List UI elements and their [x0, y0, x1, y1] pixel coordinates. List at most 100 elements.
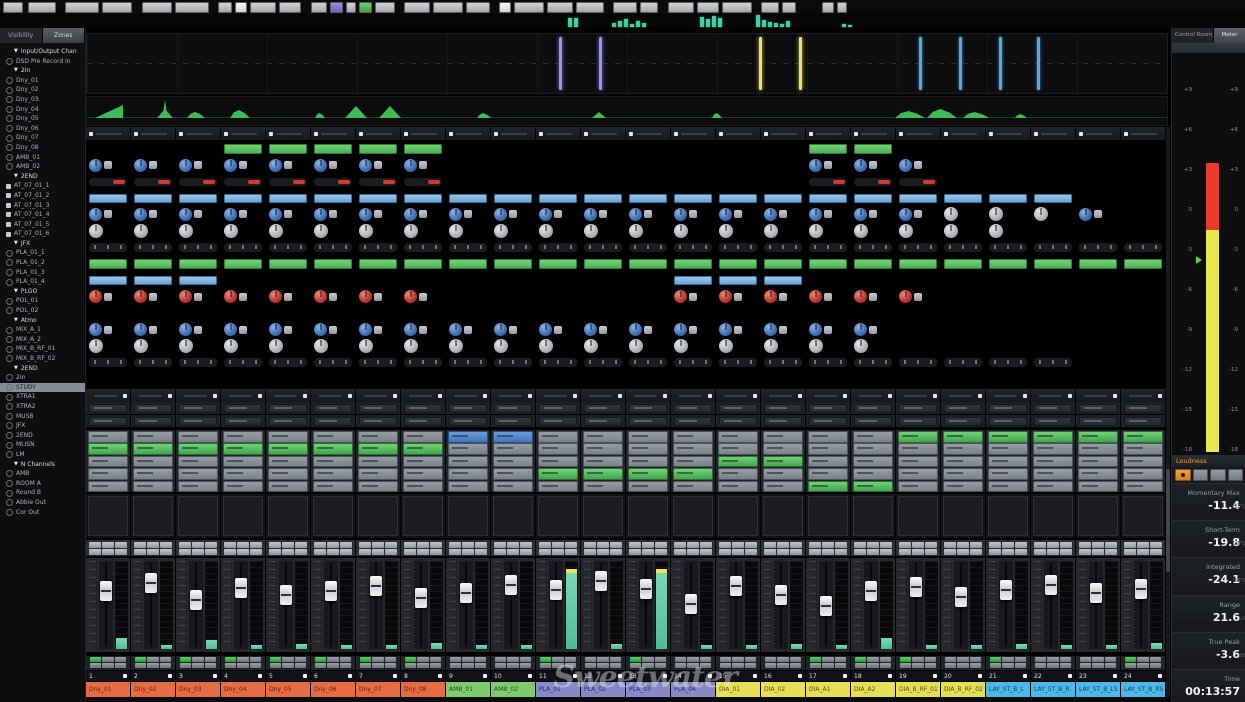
rack-section-bar[interactable]: [134, 193, 172, 203]
channel-list-item[interactable]: AT_07_01_5: [0, 220, 85, 230]
channel-button[interactable]: [404, 541, 416, 548]
channel-select-icon[interactable]: [1023, 393, 1027, 398]
channel-button[interactable]: [552, 541, 564, 548]
channel-button[interactable]: [1047, 549, 1059, 555]
send-slot[interactable]: [853, 468, 893, 480]
insert-slot[interactable]: [224, 143, 262, 154]
input-routing-button[interactable]: [314, 403, 352, 413]
output-routing-button[interactable]: [134, 416, 172, 426]
channel-header[interactable]: [941, 127, 986, 140]
fader-cap[interactable]: [280, 584, 292, 605]
channel-name-label[interactable]: DIA_A2: [851, 682, 896, 697]
channel-header[interactable]: [716, 127, 761, 140]
channel-list-item[interactable]: MIX_B_RF_01: [0, 344, 85, 354]
fader-track[interactable]: [999, 561, 1013, 649]
small-button[interactable]: [924, 657, 936, 663]
channel-list-item[interactable]: POL_01: [0, 296, 85, 306]
tab-zones[interactable]: Zones: [42, 28, 85, 43]
channel-header[interactable]: [86, 127, 131, 140]
channel-button[interactable]: [835, 541, 847, 548]
send-slot[interactable]: [1033, 455, 1073, 468]
gain-knob[interactable]: [854, 207, 867, 221]
channel-select-icon[interactable]: [314, 131, 318, 136]
mini-button[interactable]: [689, 292, 697, 301]
mini-button[interactable]: [104, 292, 112, 301]
send-slot[interactable]: [628, 468, 668, 480]
channel-header[interactable]: [491, 127, 536, 140]
small-button[interactable]: [360, 657, 372, 663]
small-button[interactable]: [789, 657, 801, 663]
channel-button[interactable]: [880, 541, 892, 548]
channel-button[interactable]: [854, 549, 866, 555]
channel-number-cell[interactable]: 22: [1031, 671, 1076, 681]
mini-button[interactable]: [824, 292, 832, 301]
small-button[interactable]: [147, 657, 159, 663]
insert-slot[interactable]: [809, 258, 847, 269]
channel-name-label[interactable]: Dny_06: [311, 682, 356, 697]
gain-knob[interactable]: [404, 207, 417, 221]
pan-knob[interactable]: [449, 338, 463, 353]
output-routing-button[interactable]: [359, 416, 397, 426]
channel-number-cell[interactable]: 21: [986, 671, 1031, 681]
channel-list-item[interactable]: POL_02: [0, 306, 85, 316]
param-slider[interactable]: [1034, 242, 1072, 252]
channel-button[interactable]: [1002, 549, 1014, 555]
channel-button[interactable]: [462, 549, 474, 555]
param-slider[interactable]: [989, 357, 1027, 367]
channel-name-label[interactable]: PLA_01: [536, 682, 581, 697]
output-routing-button[interactable]: [224, 416, 262, 426]
channel-number-cell[interactable]: 5: [266, 671, 311, 681]
gain-knob[interactable]: [134, 207, 147, 221]
send-slot[interactable]: [763, 455, 803, 468]
channel-header[interactable]: [851, 389, 896, 402]
send-slot[interactable]: [358, 468, 398, 480]
gain-knob[interactable]: [314, 323, 327, 337]
rack-section-bar[interactable]: [89, 193, 127, 203]
channel-list-item[interactable]: Dny_08: [0, 143, 85, 153]
input-routing-button[interactable]: [809, 403, 847, 413]
mini-button[interactable]: [329, 292, 337, 301]
pan-knob[interactable]: [494, 338, 508, 353]
param-slider[interactable]: [314, 357, 352, 367]
channel-header[interactable]: [671, 389, 716, 402]
gain-knob[interactable]: [269, 207, 282, 221]
small-button[interactable]: [192, 663, 204, 669]
notepad-cell[interactable]: [986, 494, 1031, 538]
reset-button[interactable]: [1210, 469, 1226, 481]
small-button[interactable]: [720, 663, 732, 669]
cue-knob[interactable]: [854, 290, 867, 304]
send-slot[interactable]: [313, 443, 353, 455]
send-slot[interactable]: [1033, 480, 1073, 493]
send-slot[interactable]: [943, 443, 983, 455]
send-slot[interactable]: [673, 443, 713, 455]
mini-button[interactable]: [734, 325, 742, 334]
channel-list-item[interactable]: 2In: [0, 373, 85, 383]
channel-select-icon[interactable]: [708, 393, 712, 398]
pan-knob[interactable]: [989, 223, 1003, 238]
channel-select-icon[interactable]: [978, 393, 982, 398]
send-slot[interactable]: [538, 468, 578, 480]
send-slot[interactable]: [583, 480, 623, 493]
param-slider[interactable]: [494, 357, 532, 367]
channel-list-folder[interactable]: ▼ JFX: [0, 239, 85, 249]
channel-button[interactable]: [340, 541, 352, 548]
gain-knob[interactable]: [224, 207, 237, 221]
channel-list-item[interactable]: AMB_01: [0, 153, 85, 163]
mini-button[interactable]: [239, 161, 247, 170]
channel-select-icon[interactable]: [359, 131, 363, 136]
channel-button[interactable]: [732, 549, 744, 555]
send-slot[interactable]: [448, 443, 488, 455]
channel-button[interactable]: [179, 549, 191, 555]
send-slot[interactable]: [133, 431, 173, 443]
channel-list-item[interactable]: ROOM A: [0, 479, 85, 489]
notepad-cell[interactable]: [581, 494, 626, 538]
channel-name-label[interactable]: Dny_01: [86, 682, 131, 697]
send-slot[interactable]: [448, 455, 488, 468]
mini-button[interactable]: [464, 210, 472, 219]
small-button[interactable]: [519, 663, 531, 669]
channel-header[interactable]: [1076, 389, 1121, 402]
channel-select-icon[interactable]: [483, 393, 487, 398]
small-button[interactable]: [879, 657, 891, 663]
small-button[interactable]: [507, 657, 519, 663]
channel-button[interactable]: [430, 541, 442, 548]
